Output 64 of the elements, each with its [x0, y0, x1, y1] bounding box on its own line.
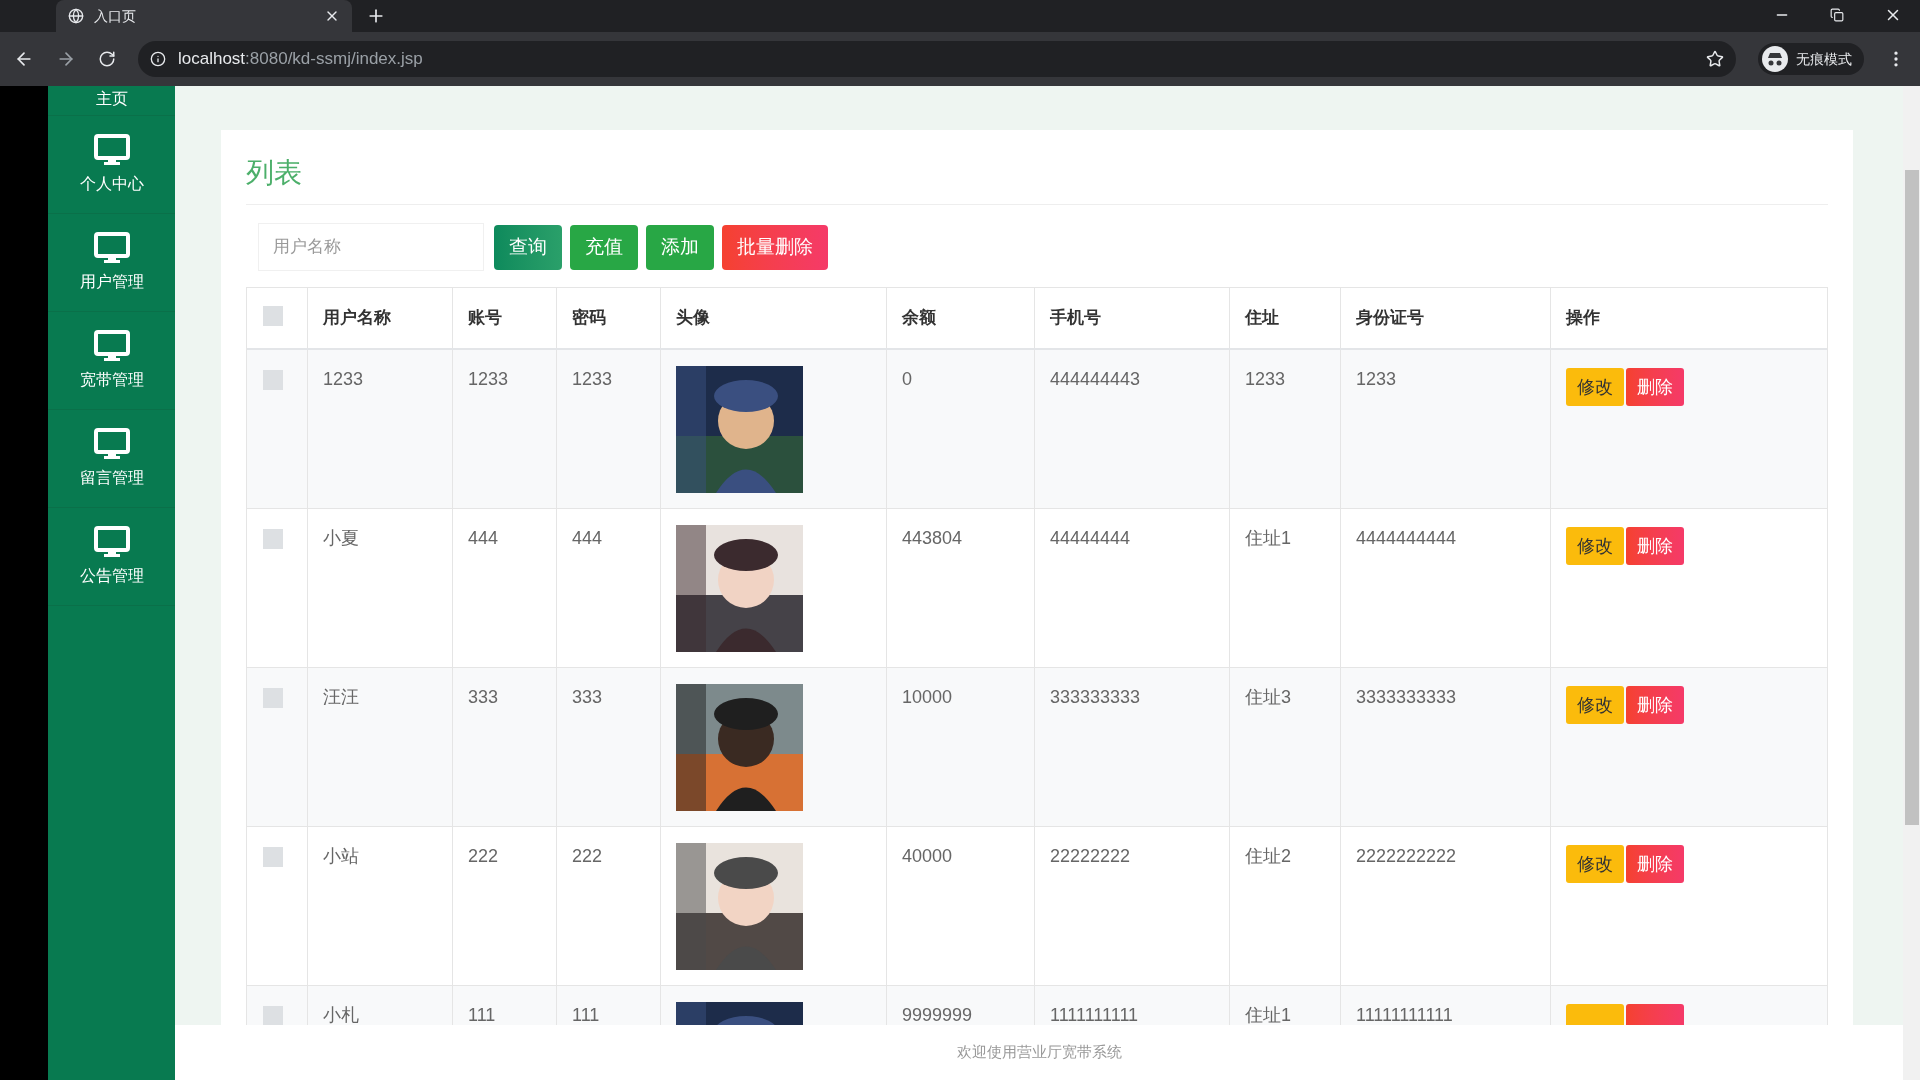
column-header: 操作 — [1566, 307, 1600, 330]
table-cell: 小站 — [323, 846, 359, 866]
table-cell: 443804 — [902, 528, 963, 548]
table-cell: 住址1 — [1245, 1005, 1291, 1025]
delete-button[interactable]: 删除 — [1626, 527, 1684, 565]
table-cell: 333333333 — [1050, 687, 1141, 707]
table-cell: 111 — [468, 1005, 496, 1025]
delete-button[interactable]: 删除 — [1626, 845, 1684, 883]
table-cell: 10000 — [902, 687, 953, 707]
table-cell: 22222222 — [1050, 846, 1131, 866]
table-cell: 9999999 — [902, 1005, 973, 1025]
table-cell: 1233 — [323, 369, 364, 389]
table-cell: 2222222222 — [1356, 846, 1457, 866]
table-cell: 住址1 — [1245, 528, 1291, 548]
table-cell: 44444444 — [1050, 528, 1131, 548]
edit-button[interactable]: 修改 — [1566, 686, 1624, 724]
table-cell: 222 — [468, 846, 499, 866]
table-cell: 444 — [468, 528, 499, 548]
edit-button[interactable]: 修改 — [1566, 845, 1624, 883]
table-cell: 1233 — [1245, 369, 1286, 389]
table-cell: 3333333333 — [1356, 687, 1457, 707]
table-cell: 1233 — [468, 369, 509, 389]
table-cell: 333 — [468, 687, 499, 707]
column-header: 用户名称 — [323, 307, 391, 330]
url-text: localhost:8080/kd-ssmj/index.jsp — [178, 48, 424, 71]
table-cell: 1111111111 — [1050, 1005, 1139, 1025]
table-cell: 444444443 — [1050, 369, 1141, 389]
browser-tab[interactable]: 入口页 — [56, 0, 352, 32]
table-cell: 住址3 — [1245, 687, 1291, 707]
column-header: 账号 — [468, 307, 502, 330]
card-title: 列表 — [246, 152, 1828, 205]
delete-button[interactable]: 删除 — [1626, 368, 1684, 406]
table-cell: 40000 — [902, 846, 953, 866]
incognito-badge[interactable]: 无痕模式 — [1758, 43, 1864, 75]
table-cell: 4444444444 — [1356, 528, 1457, 548]
search-field[interactable]: 用户名称 — [258, 223, 484, 271]
toolbar-button[interactable]: 充值 — [570, 224, 638, 270]
column-header: 头像 — [676, 307, 710, 330]
table-cell: 小札 — [323, 1005, 359, 1025]
toolbar-button[interactable]: 添加 — [646, 224, 714, 270]
table-cell: 11111111111 — [1356, 1005, 1453, 1025]
edit-button[interactable]: 修改 — [1566, 527, 1624, 565]
column-header: 手机号 — [1050, 307, 1101, 330]
table-cell: 111 — [572, 1005, 600, 1025]
toolbar-button[interactable]: 批量删除 — [722, 224, 828, 270]
table-cell: 1233 — [572, 369, 613, 389]
table-cell: 0 — [902, 369, 912, 389]
toolbar-button[interactable]: 查询 — [494, 224, 562, 270]
column-header: 密码 — [572, 307, 606, 330]
footer: 欢迎使用营业厅宽带系统 — [175, 1025, 1903, 1080]
delete-button[interactable]: 删除 — [1626, 686, 1684, 724]
column-header: 住址 — [1245, 307, 1279, 330]
tab-title: 入口页 — [94, 6, 137, 26]
table-cell: 住址2 — [1245, 846, 1291, 866]
address-bar[interactable]: localhost:8080/kd-ssmj/index.jsp — [138, 41, 1736, 77]
column-header: 身份证号 — [1356, 307, 1424, 330]
edit-button[interactable]: 修改 — [1566, 368, 1624, 406]
table-cell: 222 — [572, 846, 603, 866]
column-header: 余额 — [902, 307, 936, 330]
table-cell: 小夏 — [323, 528, 359, 548]
table-cell: 汪汪 — [323, 687, 359, 707]
table-cell: 333 — [572, 687, 603, 707]
table-cell: 444 — [572, 528, 603, 548]
table-cell: 1233 — [1356, 369, 1397, 389]
